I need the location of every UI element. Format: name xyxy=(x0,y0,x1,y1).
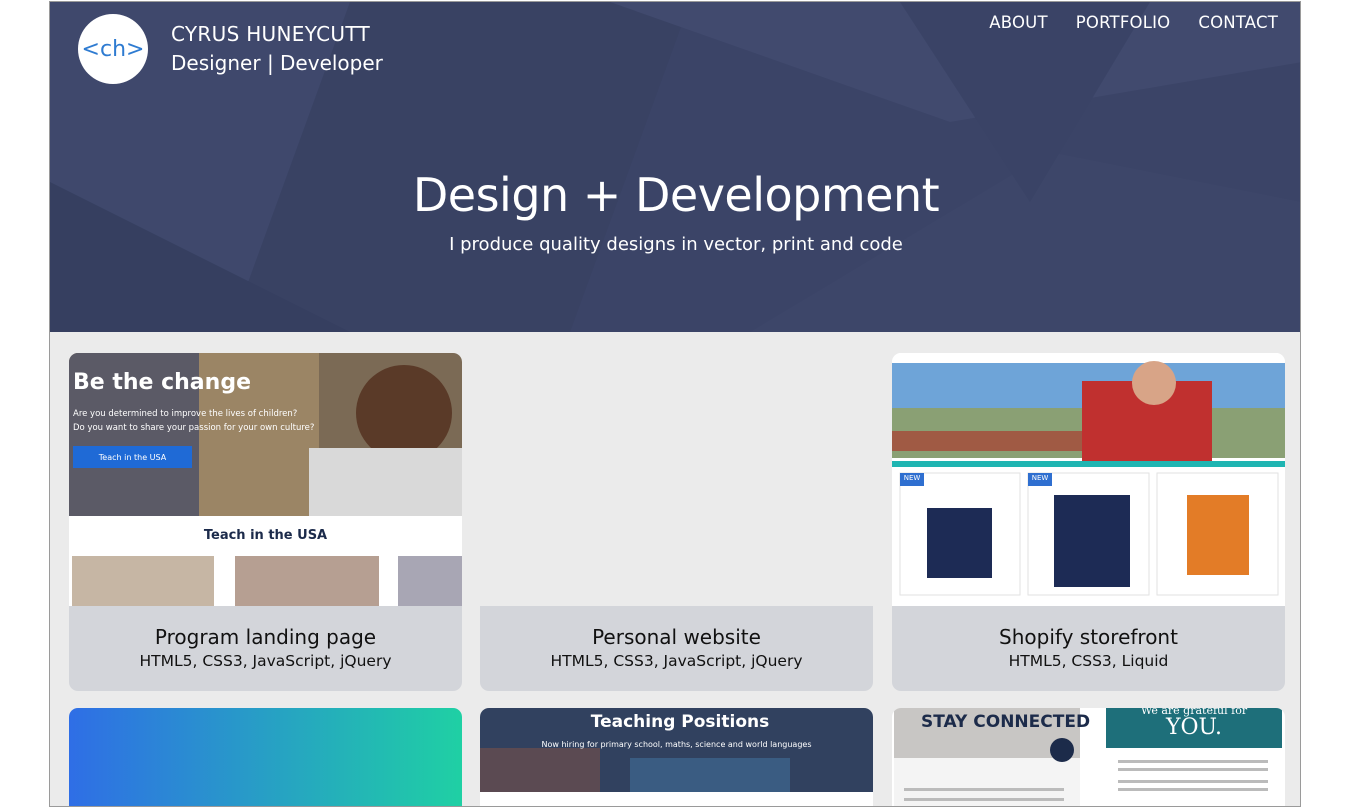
email-you-heading: YOU. xyxy=(1165,715,1223,740)
nav-contact[interactable]: CONTACT xyxy=(1198,13,1278,32)
hero-title: Design + Development xyxy=(412,168,940,222)
site-owner-role: Designer | Developer xyxy=(171,51,383,75)
project-tech: HTML5, CSS3, JavaScript, jQuery xyxy=(139,652,392,670)
hero-section: <ch> CYRUS HUNEYCUTT Designer | Develope… xyxy=(50,2,1300,332)
thumb-section-title: Teach in the USA xyxy=(203,528,328,543)
hero-subtitle: I produce quality designs in vector, pri… xyxy=(449,234,903,255)
project-title: Program landing page xyxy=(154,625,377,649)
project-thumbnail: Be the change Are you determined to impr… xyxy=(69,353,462,606)
logo-text: <ch> xyxy=(81,36,145,62)
project-card-personal[interactable]: Personal website HTML5, CSS3, JavaScript… xyxy=(480,353,873,691)
project-caption: Personal website HTML5, CSS3, JavaScript… xyxy=(480,606,873,691)
teaching-subtitle: Now hiring for primary school, maths, sc… xyxy=(541,740,812,749)
shopify-screenshot xyxy=(892,353,1285,596)
project-caption: Program landing page HTML5, CSS3, JavaSc… xyxy=(69,606,462,691)
new-badge: NEW xyxy=(1031,474,1049,482)
stay-connected-heading: STAY CONNECTED xyxy=(921,712,1091,732)
brand: CYRUS HUNEYCUTT Designer | Developer xyxy=(171,20,383,78)
project-card-email[interactable]: STAY CONNECTED We are grateful for YOU. xyxy=(892,708,1285,806)
project-card-shopify[interactable]: NEW NEW Shopify storefront HTML5, CSS3, … xyxy=(892,353,1285,691)
logo-badge[interactable]: <ch> xyxy=(78,14,148,84)
thumb-cta-button: Teach in the USA xyxy=(98,452,167,462)
site-owner-name: CYRUS HUNEYCUTT xyxy=(171,22,371,46)
project-thumbnail: NEW NEW xyxy=(892,353,1285,606)
thumb-heading: Be the change xyxy=(73,370,251,395)
main-nav: ABOUT PORTFOLIO CONTACT xyxy=(989,13,1278,32)
project-tech: HTML5, CSS3, JavaScript, jQuery xyxy=(550,652,803,670)
thumb-line-2: Do you want to share your passion for yo… xyxy=(73,423,315,433)
thumb-copy: Are you determined to improve the lives … xyxy=(73,407,314,435)
project-tech: HTML5, CSS3, Liquid xyxy=(1008,652,1169,670)
project-title: Shopify storefront xyxy=(999,625,1178,649)
project-caption: Shopify storefront HTML5, CSS3, Liquid xyxy=(892,606,1285,691)
project-thumbnail xyxy=(480,353,873,606)
project-card-gradient[interactable] xyxy=(69,708,462,806)
nav-about[interactable]: ABOUT xyxy=(989,13,1047,32)
project-card-landing[interactable]: Be the change Are you determined to impr… xyxy=(69,353,462,691)
project-card-teaching[interactable]: Teaching Positions Now hiring for primar… xyxy=(480,708,873,806)
nav-portfolio[interactable]: PORTFOLIO xyxy=(1076,13,1171,32)
new-badge: NEW xyxy=(903,474,921,482)
teaching-title: Teaching Positions xyxy=(590,712,770,732)
thumb-line-1: Are you determined to improve the lives … xyxy=(73,409,298,419)
project-title: Personal website xyxy=(592,625,761,649)
browser-viewport: <ch> CYRUS HUNEYCUTT Designer | Develope… xyxy=(49,1,1301,807)
